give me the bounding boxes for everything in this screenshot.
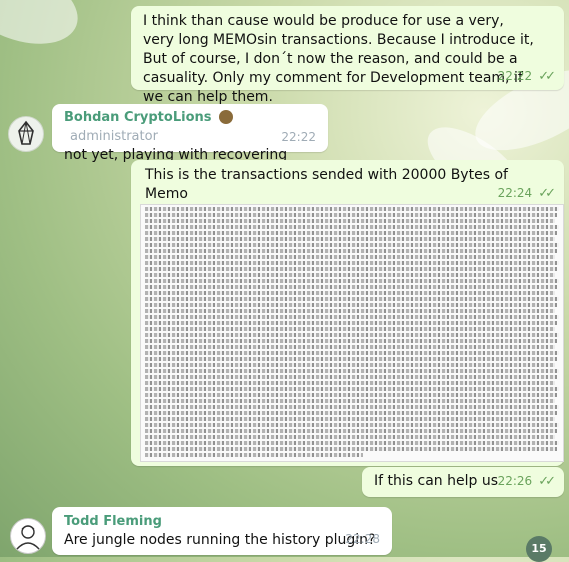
read-ticks-icon: ✓✓ <box>538 474 556 489</box>
screenshot-text-line <box>145 435 555 439</box>
screenshot-text-line <box>145 417 555 421</box>
message-bubble-outgoing[interactable]: I think than cause would be produce for … <box>131 6 564 105</box>
screenshot-text-line <box>145 441 559 445</box>
screenshot-text-line <box>145 207 559 211</box>
message-text: Are jungle nodes running the history plu… <box>64 532 376 548</box>
screenshot-text-line <box>145 351 559 355</box>
screenshot-text-line <box>145 327 555 331</box>
screenshot-text-line <box>145 309 555 313</box>
sketch-avatar-icon <box>16 525 40 550</box>
screenshot-text-line <box>145 273 555 277</box>
message-time: 22:24 <box>497 186 533 200</box>
screenshot-text-line <box>145 423 559 427</box>
screenshot-text-line <box>145 219 555 223</box>
screenshot-text-line <box>145 387 559 391</box>
message-text: This is the transactions sended with 200… <box>145 167 508 202</box>
screenshot-text-line <box>145 381 555 385</box>
screenshot-text-line <box>145 339 557 343</box>
screenshot-text-line <box>145 255 555 259</box>
screenshot-text-line <box>145 285 557 289</box>
screenshot-text-line <box>145 231 557 235</box>
message-bubble-incoming[interactable]: Todd Fleming Are jungle nodes running th… <box>52 507 392 555</box>
screenshot-text-line <box>145 243 559 247</box>
attached-screenshot-image[interactable] <box>140 204 564 462</box>
message-meta: 22:28 <box>345 530 380 549</box>
read-ticks-icon: ✓✓ <box>538 69 556 84</box>
screenshot-text-line <box>145 405 559 409</box>
screenshot-text-line <box>145 429 557 433</box>
screenshot-text-line <box>145 279 559 283</box>
screenshot-text-line <box>145 447 557 451</box>
screenshot-text-line <box>145 345 555 349</box>
eos-logo-icon <box>18 120 34 145</box>
screenshot-text-line <box>145 225 559 229</box>
screenshot-text-line <box>145 291 555 295</box>
message-bubble-outgoing[interactable]: If this can help us 22:26 ✓✓ <box>362 467 564 497</box>
message-meta: 22:24 ✓✓ <box>497 184 556 203</box>
avatar-todd[interactable] <box>10 518 46 554</box>
screenshot-text-line <box>145 363 555 367</box>
screenshot-text-line <box>145 213 557 217</box>
screenshot-text-line <box>145 453 363 457</box>
owl-emoji-icon <box>218 110 233 124</box>
screenshot-text-line <box>145 249 557 253</box>
screenshot-text-line <box>145 237 555 241</box>
unread-count-badge[interactable]: 15 <box>526 536 552 562</box>
message-time: 22:22 <box>281 130 316 144</box>
screenshot-text-line <box>145 333 559 337</box>
screenshot-text-line <box>145 267 557 271</box>
screenshot-text-line <box>145 321 557 325</box>
screenshot-text-line <box>145 375 557 379</box>
sender-name[interactable]: Bohdan CryptoLions <box>64 110 212 125</box>
screenshot-text-line <box>145 261 559 265</box>
message-text: I think than cause would be produce for … <box>143 13 534 105</box>
background-petal <box>0 0 89 59</box>
sender-name[interactable]: Todd Fleming <box>64 512 380 531</box>
message-meta: 22:22 <box>281 128 316 147</box>
message-time: 22:28 <box>345 532 380 546</box>
screenshot-text-line <box>145 303 557 307</box>
message-meta: 22:26 ✓✓ <box>497 472 556 491</box>
screenshot-text-line <box>145 411 557 415</box>
screenshot-text-line <box>145 393 557 397</box>
message-meta: 22:22 ✓✓ <box>497 67 556 86</box>
message-time: 22:22 <box>497 69 533 83</box>
screenshot-text-line <box>145 399 555 403</box>
sender-role: administrator <box>70 129 158 144</box>
screenshot-text-line <box>145 357 557 361</box>
message-bubble-incoming[interactable]: Bohdan CryptoLions administrator not yet… <box>52 104 328 163</box>
avatar-bohdan[interactable] <box>8 116 44 152</box>
read-ticks-icon: ✓✓ <box>538 186 556 201</box>
screenshot-text-line <box>145 315 559 319</box>
message-time: 22:26 <box>497 474 533 488</box>
screenshot-text-line <box>145 297 559 301</box>
sender-line: Bohdan CryptoLions administrator <box>64 108 316 146</box>
screenshot-text-line <box>145 369 559 373</box>
